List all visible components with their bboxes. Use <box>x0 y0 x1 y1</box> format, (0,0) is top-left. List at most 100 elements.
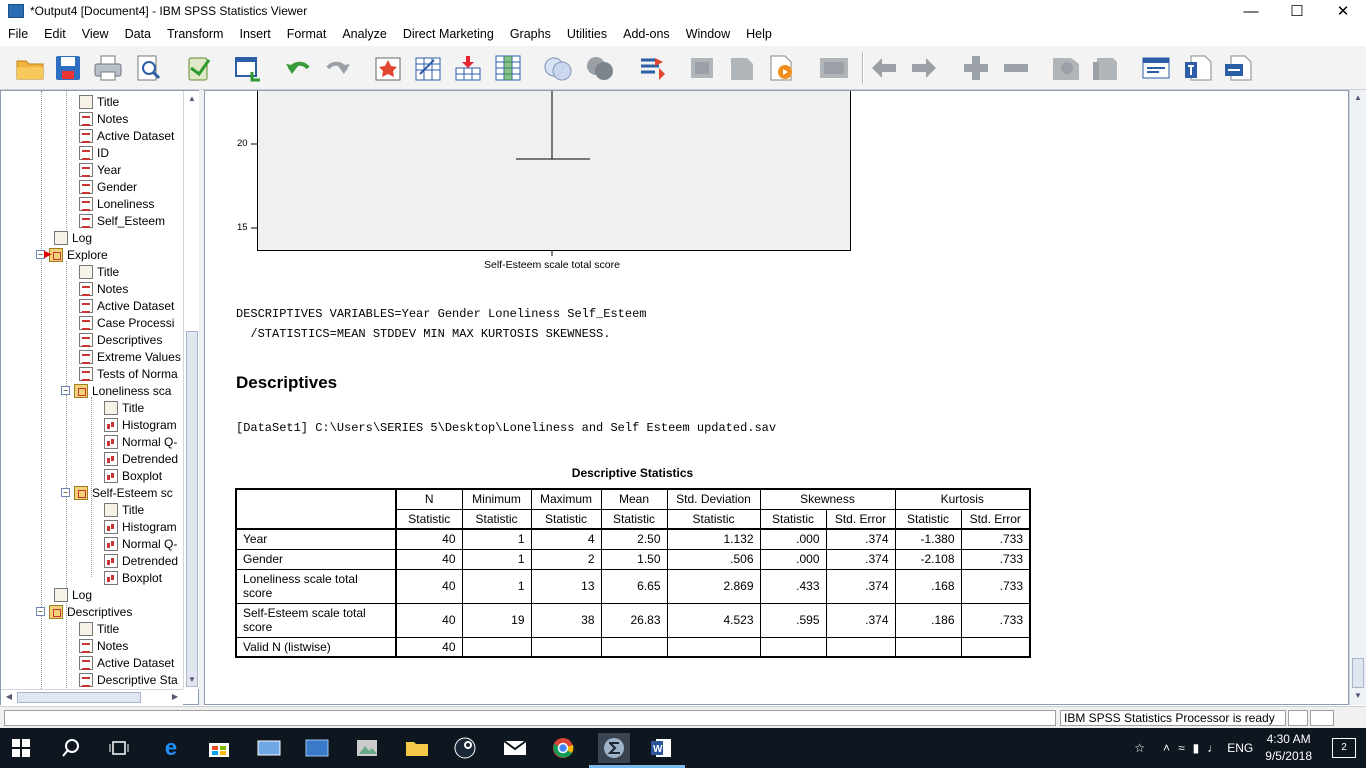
notification-center-icon[interactable]: 2 <box>1332 738 1356 758</box>
search-icon[interactable] <box>56 733 86 763</box>
menu-view[interactable]: View <box>74 27 117 41</box>
outline-item[interactable]: Log <box>54 229 92 246</box>
content-vertical-scrollbar[interactable]: ▲ ▼ <box>1349 90 1366 705</box>
show-all-variables-icon[interactable] <box>726 52 758 84</box>
menu-transform[interactable]: Transform <box>159 27 232 41</box>
close-button[interactable]: ✕ <box>1320 0 1366 22</box>
menu-direct-marketing[interactable]: Direct Marketing <box>395 27 502 41</box>
collapse-icon[interactable] <box>1000 52 1032 84</box>
outline-item[interactable]: Extreme Values <box>79 348 181 365</box>
collapse-toggle-icon[interactable]: − <box>61 386 70 395</box>
outline-item[interactable]: Log <box>54 586 92 603</box>
menu-data[interactable]: Data <box>117 27 159 41</box>
section-title[interactable]: Descriptives <box>236 373 337 393</box>
menu-file[interactable]: File <box>0 27 36 41</box>
network-icon[interactable]: ≈ <box>1178 741 1185 755</box>
scroll-down-arrow-icon[interactable]: ▼ <box>186 674 198 686</box>
file-explorer-icon[interactable] <box>402 733 432 763</box>
outline-item[interactable]: Notes <box>79 280 128 297</box>
scroll-up-arrow-icon[interactable]: ▲ <box>186 93 198 105</box>
value-labels-icon[interactable] <box>636 52 668 84</box>
outline-item[interactable]: Histogram <box>104 518 177 535</box>
outline-item[interactable]: Year <box>79 161 121 178</box>
menu-insert[interactable]: Insert <box>231 27 278 41</box>
outline-item[interactable]: Histogram <box>104 416 177 433</box>
back-icon[interactable] <box>868 52 900 84</box>
volume-icon[interactable]: ♩ <box>1207 741 1219 755</box>
scroll-down-arrow-icon[interactable]: ▼ <box>1352 690 1364 702</box>
export-icon[interactable] <box>182 52 214 84</box>
forward-icon[interactable] <box>908 52 940 84</box>
mail-icon[interactable] <box>500 733 530 763</box>
clock[interactable]: 4:30 AM 9/5/2018 <box>1265 731 1312 765</box>
outline-item[interactable]: Title <box>104 399 144 416</box>
outline-item[interactable]: Normal Q- <box>104 535 177 552</box>
designate-window-icon[interactable] <box>818 52 850 84</box>
outline-item[interactable]: Title <box>79 620 119 637</box>
menu-add-ons[interactable]: Add-ons <box>615 27 678 41</box>
outline-item[interactable]: Tests of Norma <box>79 365 178 382</box>
outline-item[interactable]: Gender <box>79 178 137 195</box>
outline-item[interactable]: Notes <box>79 637 128 654</box>
print-preview-icon[interactable] <box>132 52 164 84</box>
open-folder-icon[interactable] <box>14 52 46 84</box>
app-icon-2[interactable] <box>302 733 332 763</box>
outline-item[interactable]: Boxplot <box>104 467 162 484</box>
outline-item[interactable]: Self_Esteem <box>79 212 165 229</box>
outline-item[interactable]: Detrended <box>104 552 178 569</box>
hide-icon[interactable] <box>1090 52 1122 84</box>
outline-item[interactable]: − Descriptives <box>36 603 132 620</box>
spelling-icon[interactable] <box>766 52 798 84</box>
insert-title-icon[interactable] <box>1182 52 1214 84</box>
menu-edit[interactable]: Edit <box>36 27 74 41</box>
outline-item[interactable]: Descriptive Sta <box>79 671 178 688</box>
maximize-button[interactable]: ☐ <box>1274 0 1320 22</box>
start-icon[interactable] <box>6 733 36 763</box>
outline-item[interactable]: − Self-Esteem sc <box>61 484 173 501</box>
print-icon[interactable] <box>92 52 124 84</box>
save-icon[interactable] <box>52 52 84 84</box>
menu-help[interactable]: Help <box>738 27 780 41</box>
battery-icon[interactable]: ▮ <box>1193 741 1200 755</box>
insert-text-icon[interactable] <box>1222 52 1254 84</box>
outline-item[interactable]: Normal Q- <box>104 433 177 450</box>
chrome-icon[interactable] <box>548 733 578 763</box>
chevron-up-icon[interactable]: ˄ <box>1163 741 1170 755</box>
scroll-right-arrow-icon[interactable]: ▶ <box>169 691 181 703</box>
task-view-icon[interactable] <box>104 733 134 763</box>
outline-item[interactable]: ID <box>79 144 109 161</box>
spss-icon[interactable] <box>589 733 637 768</box>
menu-analyze[interactable]: Analyze <box>334 27 394 41</box>
outline-horizontal-scrollbar[interactable]: ◀ ▶ <box>1 689 183 705</box>
outline-item[interactable]: Active Dataset <box>79 297 174 314</box>
show-icon[interactable] <box>1050 52 1082 84</box>
edge-icon[interactable]: e <box>156 733 186 763</box>
outline-item[interactable]: Title <box>104 501 144 518</box>
outline-item[interactable]: Descriptives <box>79 331 162 348</box>
select-cases-icon[interactable] <box>542 52 574 84</box>
outline-item[interactable]: Title <box>79 263 119 280</box>
outline-item[interactable]: Detrended <box>104 450 178 467</box>
go-to-variable-icon[interactable] <box>452 52 484 84</box>
outline-vertical-scrollbar[interactable]: ▲ ▼ <box>183 91 199 689</box>
minimize-button[interactable]: — <box>1228 0 1274 22</box>
outline-item[interactable]: Loneliness <box>79 195 154 212</box>
menu-graphs[interactable]: Graphs <box>502 27 559 41</box>
outline-item[interactable]: Active Dataset <box>79 127 174 144</box>
menu-utilities[interactable]: Utilities <box>559 27 615 41</box>
collapse-toggle-icon[interactable]: − <box>36 607 45 616</box>
variables-icon[interactable] <box>492 52 524 84</box>
recall-dialog-icon[interactable] <box>232 52 264 84</box>
scrollbar-thumb[interactable] <box>186 331 198 687</box>
menu-window[interactable]: Window <box>678 27 738 41</box>
insert-heading-icon[interactable] <box>1140 52 1172 84</box>
language-indicator[interactable]: ENG <box>1227 741 1253 755</box>
expand-icon[interactable] <box>960 52 992 84</box>
descriptive-statistics-table[interactable]: N Minimum Maximum Mean Std. Deviation Sk… <box>235 488 1031 658</box>
undo-icon[interactable] <box>282 52 314 84</box>
outline-item[interactable]: Active Dataset <box>79 654 174 671</box>
scroll-left-arrow-icon[interactable]: ◀ <box>3 691 15 703</box>
collapse-toggle-icon[interactable]: − <box>61 488 70 497</box>
word-icon[interactable]: W <box>637 733 685 768</box>
app-icon-3[interactable] <box>352 733 382 763</box>
